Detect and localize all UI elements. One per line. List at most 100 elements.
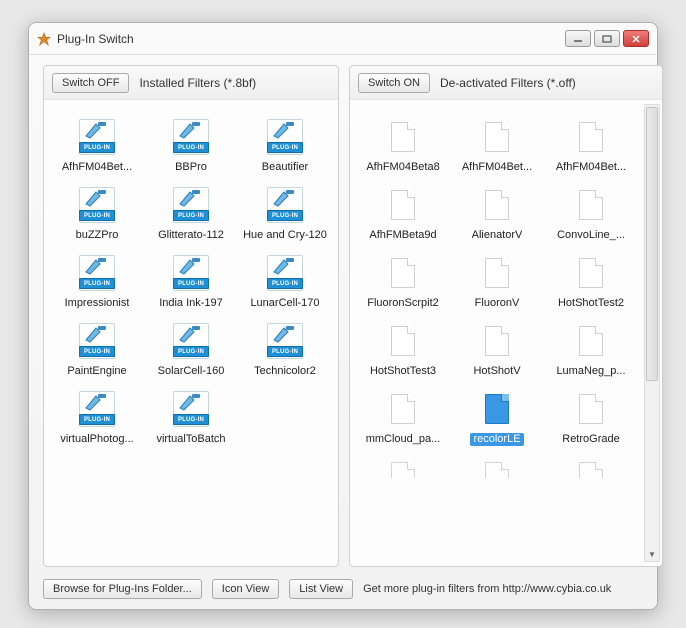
- switch-off-button[interactable]: Switch OFF: [52, 73, 129, 93]
- item-label: Technicolor2: [254, 365, 316, 378]
- list-item[interactable]: [356, 454, 450, 478]
- list-item[interactable]: AfhFM04Bet...: [450, 114, 544, 182]
- list-item[interactable]: PLUG-IN virtualPhotog...: [50, 386, 144, 454]
- list-item[interactable]: [450, 454, 544, 478]
- list-item[interactable]: RetroGrade: [544, 386, 638, 454]
- item-label: Beautifier: [262, 161, 308, 174]
- plugin-file-icon: PLUG-IN: [264, 184, 306, 226]
- deactivated-panel: Switch ON De-activated Filters (*.off) ▲…: [349, 65, 663, 567]
- plugin-file-icon: PLUG-IN: [264, 320, 306, 362]
- list-item[interactable]: FluoronScrpit2: [356, 250, 450, 318]
- plugin-file-icon: PLUG-IN: [76, 184, 118, 226]
- list-item[interactable]: [544, 454, 638, 478]
- item-label: AfhFM04Bet...: [556, 161, 626, 174]
- item-label: Impressionist: [65, 297, 130, 310]
- off-file-icon: [570, 184, 612, 226]
- item-label: LumaNeg_p...: [556, 365, 625, 378]
- browse-folder-button[interactable]: Browse for Plug-Ins Folder...: [43, 579, 202, 599]
- list-item[interactable]: AlienatorV: [450, 182, 544, 250]
- item-label: India Ink-197: [159, 297, 223, 310]
- titlebar[interactable]: Plug-In Switch: [29, 23, 657, 55]
- deactivated-header: Switch ON De-activated Filters (*.off): [350, 66, 662, 100]
- scroll-down-arrow[interactable]: ▼: [645, 547, 659, 561]
- list-item[interactable]: recolorLE: [450, 386, 544, 454]
- list-item[interactable]: PLUG-IN Beautifier: [238, 114, 332, 182]
- plugin-file-icon: PLUG-IN: [76, 116, 118, 158]
- item-label: AfhFM04Beta8: [366, 161, 439, 174]
- off-file-icon: [476, 184, 518, 226]
- switch-on-button[interactable]: Switch ON: [358, 73, 430, 93]
- list-item[interactable]: HotShotTest3: [356, 318, 450, 386]
- off-file-icon: [476, 388, 518, 430]
- off-file-icon: [570, 320, 612, 362]
- item-label: HotShotTest2: [558, 297, 624, 310]
- item-label: mmCloud_pa...: [366, 433, 441, 446]
- list-item[interactable]: AfhFM04Beta8: [356, 114, 450, 182]
- deactivated-title: De-activated Filters (*.off): [440, 76, 576, 90]
- minimize-button[interactable]: [565, 30, 591, 47]
- off-file-icon: [382, 252, 424, 294]
- item-label: AfhFMBeta9d: [369, 229, 436, 242]
- list-item[interactable]: PLUG-IN buZZPro: [50, 182, 144, 250]
- app-icon: [37, 32, 51, 46]
- list-item[interactable]: PLUG-IN virtualToBatch: [144, 386, 238, 454]
- list-item[interactable]: HotShotTest2: [544, 250, 638, 318]
- bottom-bar: Browse for Plug-Ins Folder... Icon View …: [43, 577, 643, 599]
- list-view-button[interactable]: List View: [289, 579, 353, 599]
- item-label: SolarCell-160: [158, 365, 225, 378]
- off-file-icon: [476, 116, 518, 158]
- item-label: Glitterato-112: [158, 229, 224, 242]
- list-item[interactable]: ConvoLine_...: [544, 182, 638, 250]
- list-item[interactable]: PLUG-IN PaintEngine: [50, 318, 144, 386]
- icon-view-button[interactable]: Icon View: [212, 579, 280, 599]
- item-label: BBPro: [175, 161, 207, 174]
- list-item[interactable]: PLUG-IN BBPro: [144, 114, 238, 182]
- item-label: AlienatorV: [472, 229, 523, 242]
- scrollbar[interactable]: ▲ ▼: [644, 104, 660, 562]
- list-item[interactable]: FluoronV: [450, 250, 544, 318]
- list-item[interactable]: PLUG-IN Hue and Cry-120: [238, 182, 332, 250]
- item-label: virtualPhotog...: [60, 433, 133, 446]
- list-item[interactable]: PLUG-IN Impressionist: [50, 250, 144, 318]
- plugin-file-icon: PLUG-IN: [170, 320, 212, 362]
- item-label: RetroGrade: [562, 433, 619, 446]
- list-item[interactable]: PLUG-IN India Ink-197: [144, 250, 238, 318]
- window-controls: [565, 30, 649, 47]
- off-file-icon: [476, 456, 518, 467]
- off-file-icon: [476, 252, 518, 294]
- list-item[interactable]: PLUG-IN SolarCell-160: [144, 318, 238, 386]
- list-item[interactable]: HotShotV: [450, 318, 544, 386]
- item-label: recolorLE: [470, 433, 523, 446]
- plugin-file-icon: PLUG-IN: [170, 116, 212, 158]
- list-item[interactable]: PLUG-IN AfhFM04Bet...: [50, 114, 144, 182]
- item-label: FluoronV: [475, 297, 520, 310]
- item-label: virtualToBatch: [156, 433, 225, 446]
- off-file-icon: [382, 320, 424, 362]
- item-label: Hue and Cry-120: [243, 229, 327, 242]
- installed-grid[interactable]: PLUG-IN AfhFM04Bet... PLUG-IN BBPro PLUG…: [44, 100, 338, 566]
- list-item[interactable]: AfhFM04Bet...: [544, 114, 638, 182]
- off-file-icon: [382, 184, 424, 226]
- list-item[interactable]: PLUG-IN Technicolor2: [238, 318, 332, 386]
- plugin-file-icon: PLUG-IN: [76, 320, 118, 362]
- maximize-button[interactable]: [594, 30, 620, 47]
- off-file-icon: [570, 456, 612, 467]
- list-item[interactable]: mmCloud_pa...: [356, 386, 450, 454]
- item-label: ConvoLine_...: [557, 229, 625, 242]
- plugin-file-icon: PLUG-IN: [264, 116, 306, 158]
- item-label: buZZPro: [76, 229, 119, 242]
- list-item[interactable]: PLUG-IN Glitterato-112: [144, 182, 238, 250]
- list-item[interactable]: PLUG-IN LunarCell-170: [238, 250, 332, 318]
- off-file-icon: [382, 456, 424, 467]
- scroll-thumb[interactable]: [646, 107, 658, 381]
- plugin-file-icon: PLUG-IN: [76, 388, 118, 430]
- list-item[interactable]: AfhFMBeta9d: [356, 182, 450, 250]
- list-item[interactable]: LumaNeg_p...: [544, 318, 638, 386]
- deactivated-grid[interactable]: ▲ ▼ AfhFM04Beta8 AfhFM04Bet... AfhFM04Be…: [350, 100, 662, 566]
- close-button[interactable]: [623, 30, 649, 47]
- item-label: PaintEngine: [67, 365, 126, 378]
- panels: Switch OFF Installed Filters (*.8bf) PLU…: [43, 65, 643, 567]
- item-label: LunarCell-170: [250, 297, 319, 310]
- plugin-file-icon: PLUG-IN: [170, 252, 212, 294]
- main-window: Plug-In Switch Switch OFF Installed Filt…: [28, 22, 658, 610]
